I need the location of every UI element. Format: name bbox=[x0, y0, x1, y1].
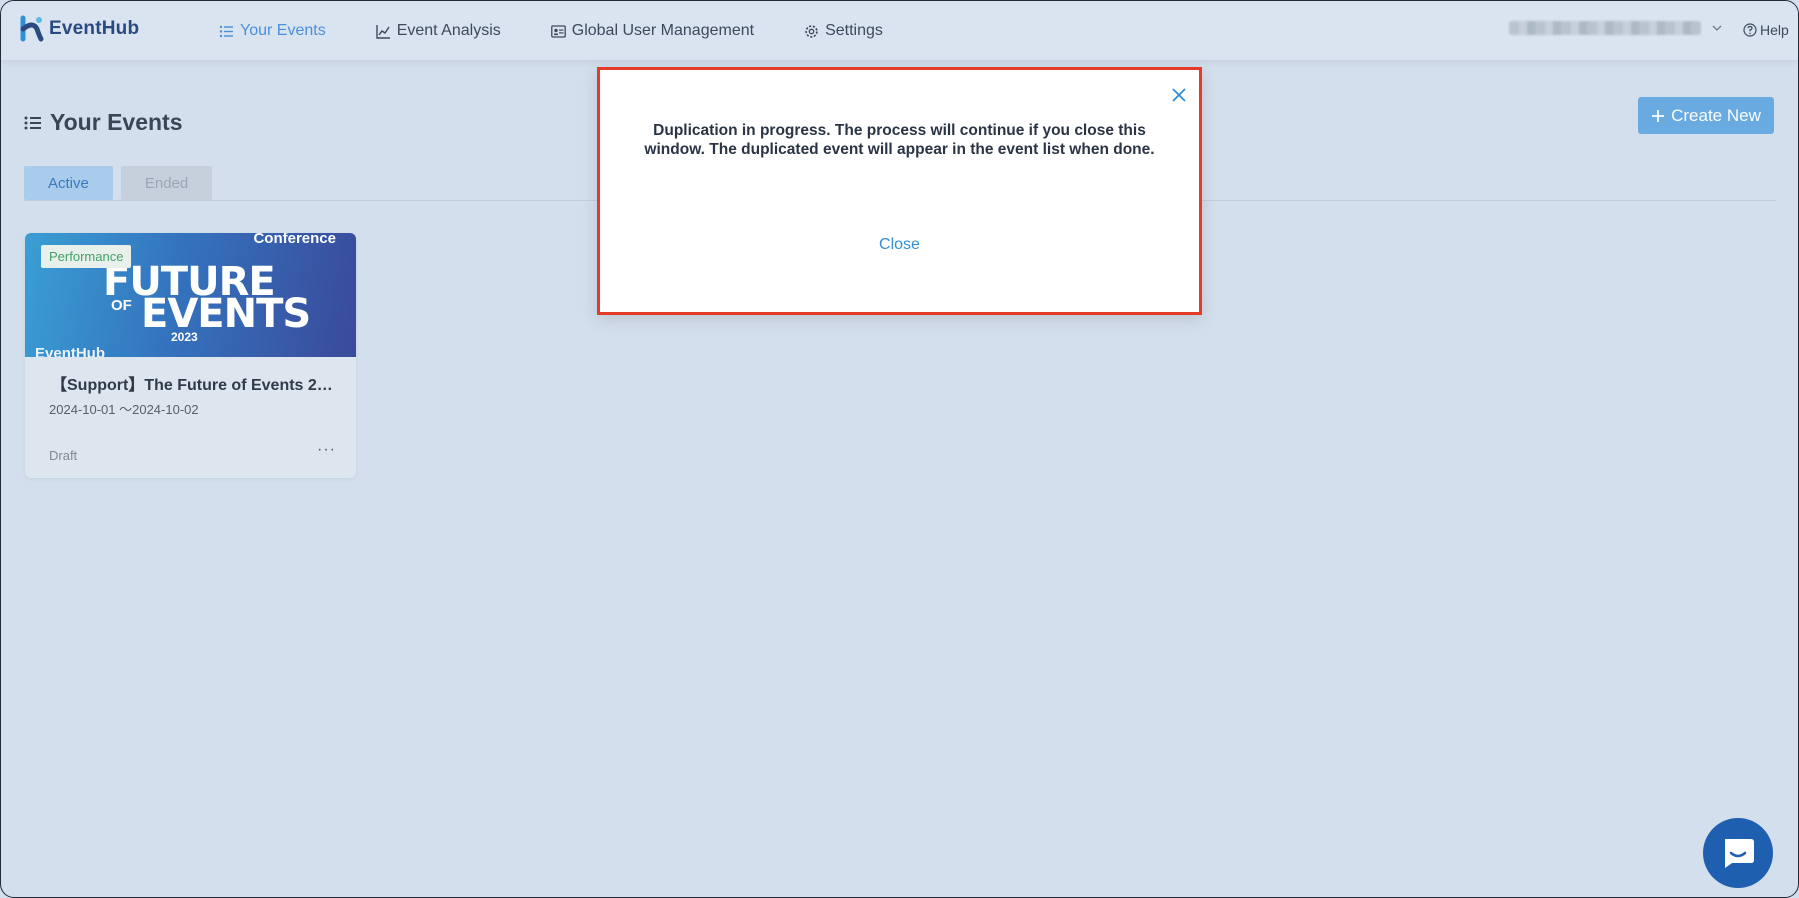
app-logo[interactable]: EventHub bbox=[19, 15, 139, 43]
main-nav: Your Events Event Analysis Global User M… bbox=[219, 1, 933, 61]
chat-support-button[interactable] bbox=[1703, 818, 1773, 888]
page-title: Your Events bbox=[24, 109, 183, 136]
close-icon[interactable] bbox=[1170, 86, 1188, 104]
event-category-badge: Performance bbox=[41, 245, 132, 268]
banner-text: EVENTS bbox=[141, 291, 311, 337]
nav-your-events[interactable]: Your Events bbox=[219, 22, 326, 40]
help-link[interactable]: Help bbox=[1743, 22, 1789, 38]
banner-text: Conference bbox=[253, 233, 336, 247]
chevron-down-icon bbox=[1712, 25, 1722, 31]
chat-icon bbox=[1725, 839, 1754, 868]
plus-icon bbox=[1652, 109, 1665, 122]
create-new-label: Create New bbox=[1671, 105, 1761, 125]
page-title-text: Your Events bbox=[50, 109, 183, 135]
banner-text: EventHub bbox=[35, 345, 106, 357]
chart-line-icon bbox=[375, 24, 390, 39]
dialog-message: Duplication in progress. The process wil… bbox=[644, 122, 1155, 158]
question-circle-icon bbox=[1743, 23, 1757, 37]
nav-label: Settings bbox=[825, 22, 883, 39]
event-status-tabs: Active Ended bbox=[24, 166, 213, 200]
user-name-redacted bbox=[1509, 21, 1701, 35]
gear-icon bbox=[805, 24, 818, 38]
app-name: EventHub bbox=[49, 18, 140, 39]
more-options-button[interactable]: ··· bbox=[317, 441, 336, 459]
event-dates: 2024-10-01 〜2024-10-02 bbox=[49, 402, 199, 417]
event-status: Draft bbox=[49, 448, 78, 463]
nav-label: Event Analysis bbox=[396, 22, 501, 39]
nav-label: Global User Management bbox=[571, 22, 755, 39]
eventhub-logo-icon bbox=[20, 15, 44, 42]
banner-text: OF bbox=[111, 297, 132, 314]
nav-settings[interactable]: Settings bbox=[804, 22, 883, 40]
banner-text: 2023 bbox=[171, 330, 198, 344]
event-title: 【Support】The Future of Events 2… bbox=[51, 377, 333, 394]
help-label: Help bbox=[1760, 22, 1789, 38]
tab-ended[interactable]: Ended bbox=[120, 166, 213, 200]
list-icon bbox=[24, 116, 41, 129]
duplication-dialog: Duplication in progress. The process wil… bbox=[597, 67, 1202, 315]
list-icon bbox=[219, 25, 233, 37]
app-window: EventHub Your Events Event Analysis Glob… bbox=[0, 0, 1799, 898]
user-menu[interactable] bbox=[1509, 21, 1723, 35]
tab-active[interactable]: Active bbox=[24, 166, 113, 200]
close-button[interactable]: Close bbox=[600, 236, 1199, 254]
event-banner-image: Conference FUTURE OF EVENTS 2023 EventHu… bbox=[25, 233, 356, 357]
top-navigation-bar: EventHub Your Events Event Analysis Glob… bbox=[1, 1, 1798, 61]
nav-global-user-management[interactable]: Global User Management bbox=[550, 22, 755, 40]
nav-label: Your Events bbox=[240, 22, 326, 39]
create-new-button[interactable]: Create New bbox=[1638, 97, 1774, 134]
event-card[interactable]: Conference FUTURE OF EVENTS 2023 EventHu… bbox=[25, 233, 356, 478]
nav-event-analysis[interactable]: Event Analysis bbox=[375, 22, 501, 40]
id-card-icon bbox=[550, 24, 566, 38]
